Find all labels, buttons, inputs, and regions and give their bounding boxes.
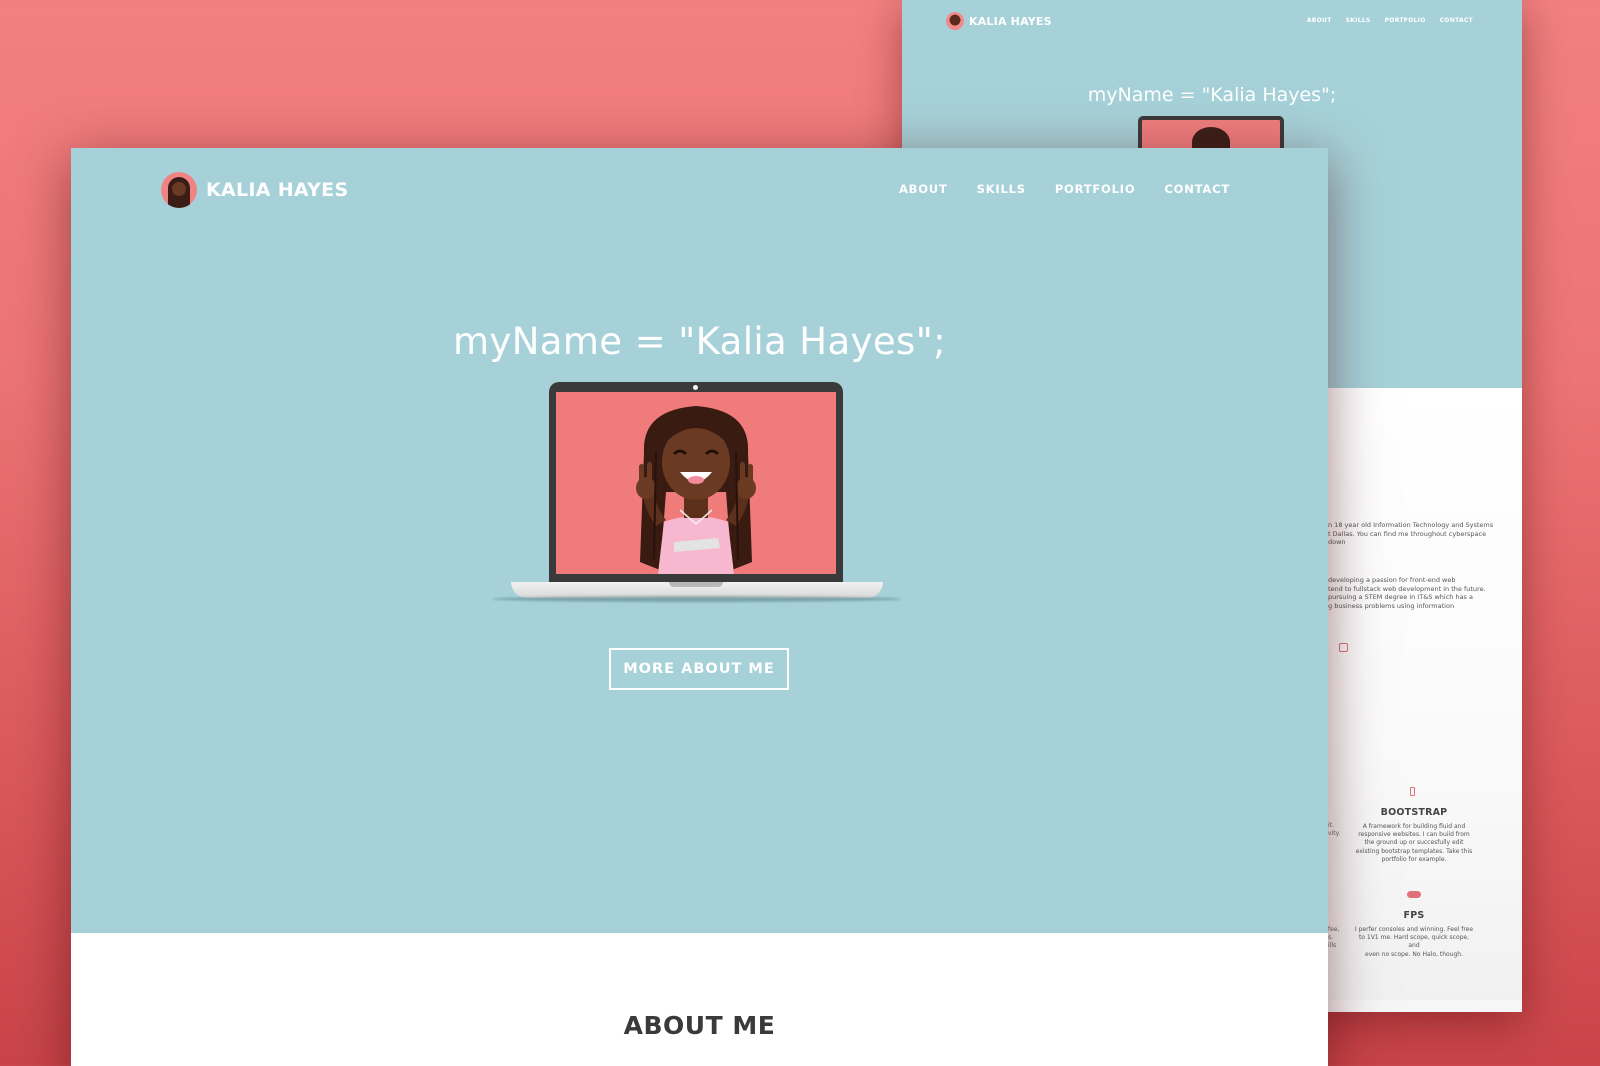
back-fragment: it. (1328, 822, 1334, 829)
hero-section: KALIA HAYES ABOUT SKILLS PORTFOLIO CONTA… (71, 148, 1328, 933)
brand-name: KALIA HAYES (206, 179, 349, 201)
hero-title: myName = "Kalia Hayes"; (452, 320, 947, 363)
back-about-line: pursuing a STEM degree in IT&S which has… (1328, 593, 1473, 601)
avatar (161, 172, 197, 208)
skill-description-line: I perfer consoles and winning. Feel free (1354, 926, 1474, 933)
skill-description-line: the ground up or succesfully edit (1364, 839, 1464, 847)
back-fragment: vity. (1328, 830, 1341, 837)
back-fragment: ills (1328, 942, 1337, 949)
main-nav: ABOUT SKILLS PORTFOLIO CONTACT (899, 182, 1230, 196)
back-fragment: fee, (1328, 926, 1340, 933)
nav-contact[interactable]: CONTACT (1164, 182, 1230, 196)
back-brand[interactable]: KALIA HAYES (946, 12, 1052, 30)
back-hero-title: myName = "Kalia Hayes"; (1087, 84, 1337, 106)
laptop-camera (693, 385, 698, 390)
back-about-line: down (1328, 538, 1346, 546)
skill-description-bootstrap: A framework for building fluid and respo… (1353, 823, 1475, 864)
back-nav-portfolio[interactable]: PORTFOLIO (1385, 17, 1426, 24)
about-section: ABOUT ME (71, 933, 1328, 1066)
phone-icon (1410, 787, 1415, 796)
avatar-face (172, 182, 186, 196)
skill-description-fps: I perfer consoles and winning. Feel free… (1353, 926, 1475, 959)
back-about-paragraph-1: n 18 year old Information Technology and… (1328, 521, 1493, 547)
bitmoji-illustration (636, 406, 756, 574)
laptop-shadow (492, 596, 902, 602)
brand-link[interactable]: KALIA HAYES (161, 172, 348, 208)
nav-skills[interactable]: SKILLS (977, 182, 1026, 196)
back-nav-contact[interactable]: CONTACT (1440, 17, 1473, 24)
laptop-screen (556, 392, 836, 574)
skill-description-line: even no scope. No Halo, though. (1365, 950, 1463, 958)
laptop-notch (669, 582, 723, 587)
nav-portfolio[interactable]: PORTFOLIO (1055, 182, 1136, 196)
back-about-line: developing a passion for front-end web (1328, 576, 1456, 584)
about-heading: ABOUT ME (623, 1011, 776, 1040)
skill-title-bootstrap: BOOTSTRAP (1380, 807, 1448, 818)
back-left-fragments-2: fee, s. ills (1328, 926, 1339, 950)
back-about-line: tend to fullstack web development in the… (1328, 584, 1486, 593)
more-about-me-button[interactable]: MORE ABOUT ME (609, 648, 789, 690)
laptop-lid (549, 382, 843, 582)
skill-description-line: portfolio for example. (1381, 855, 1447, 863)
back-about-line: n 18 year old Information Technology and… (1328, 521, 1494, 529)
back-nav-about[interactable]: ABOUT (1307, 17, 1332, 24)
foreground-screenshot: KALIA HAYES ABOUT SKILLS PORTFOLIO CONTA… (71, 148, 1328, 1066)
gamepad-icon (1407, 891, 1421, 898)
back-nav-skills[interactable]: SKILLS (1346, 17, 1371, 24)
skill-description-line: existing bootstrap templates. Take this (1355, 847, 1473, 855)
back-nav: ABOUT SKILLS PORTFOLIO CONTACT (1307, 17, 1473, 24)
nav-about[interactable]: ABOUT (899, 182, 948, 196)
back-avatar (946, 12, 964, 30)
back-brand-name: KALIA HAYES (969, 14, 1052, 28)
skill-description-line: responsive websites. I can build from (1358, 831, 1470, 839)
back-left-fragments-1: it. vity. (1328, 822, 1340, 838)
skill-description-line: to 1V1 me. Hard scope, quick scope, and (1358, 934, 1470, 950)
back-fragment: s. (1328, 934, 1334, 941)
back-about-line: t Dallas. You can find me throughout cyb… (1328, 529, 1487, 538)
back-about-line: g business problems using information (1328, 601, 1455, 610)
back-about-paragraph-2: developing a passion for front-end web t… (1328, 576, 1486, 610)
skill-description-line: A framework for building fluid and (1362, 823, 1466, 830)
skill-title-fps: FPS (1403, 910, 1425, 921)
instagram-icon[interactable] (1339, 643, 1348, 652)
